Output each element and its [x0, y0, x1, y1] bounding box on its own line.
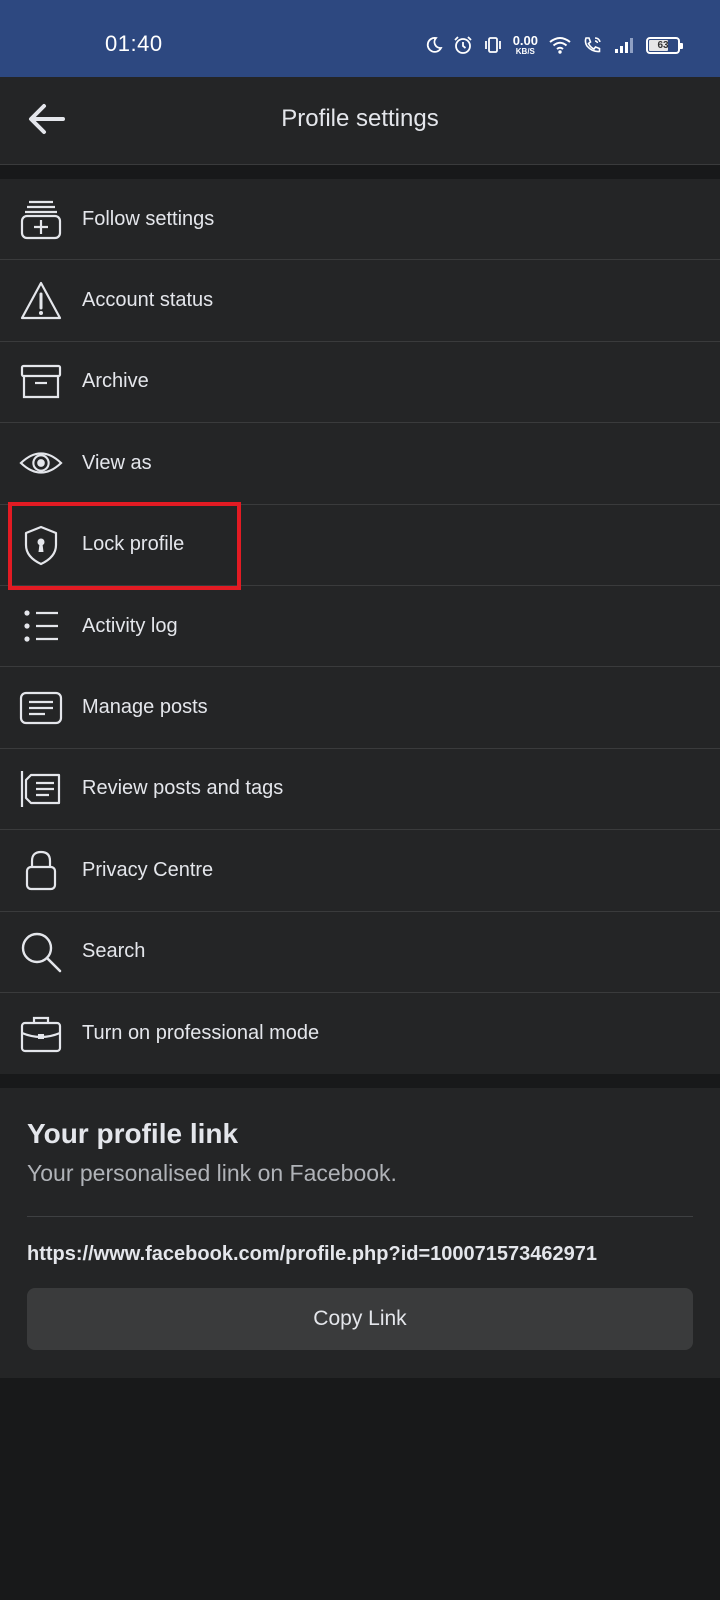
menu-item-label: Account status: [82, 289, 214, 312]
copy-link-button[interactable]: Copy Link: [27, 1288, 693, 1350]
moon-icon: [425, 36, 443, 54]
posts-icon: [19, 686, 63, 730]
divider: [27, 1216, 693, 1217]
menu-item-archive[interactable]: Archive: [0, 342, 720, 424]
page-title: Profile settings: [281, 105, 439, 132]
settings-menu: Follow settings Account status Archive V…: [0, 179, 720, 1075]
list-icon: [19, 604, 63, 648]
search-icon: [19, 930, 63, 974]
menu-item-label: Manage posts: [82, 696, 208, 719]
menu-item-label: Turn on professional mode: [82, 1022, 320, 1045]
alarm-icon: [453, 35, 473, 55]
briefcase-icon: [19, 1012, 63, 1056]
menu-item-manage-posts[interactable]: Manage posts: [0, 667, 720, 749]
menu-item-label: Review posts and tags: [82, 777, 284, 800]
menu-item-label: Lock profile: [82, 533, 185, 556]
menu-item-label: Activity log: [82, 614, 178, 637]
battery-icon: 63: [646, 36, 683, 54]
archive-icon: [19, 360, 63, 404]
app-header: Profile settings: [0, 77, 720, 165]
status-bar: 01:40 0.00 KB/S 63: [0, 0, 720, 77]
wifi-calling-icon: [582, 35, 604, 55]
menu-item-lock-profile[interactable]: Lock profile: [0, 505, 720, 586]
wifi-icon: [548, 35, 572, 55]
net-speed: 0.00 KB/S: [512, 33, 538, 56]
menu-item-label: View as: [82, 451, 152, 474]
menu-item-label: Search: [82, 940, 146, 963]
menu-item-follow-settings[interactable]: Follow settings: [0, 179, 720, 261]
profile-link-card: Your profile link Your personalised link…: [0, 1088, 720, 1378]
review-tags-icon: [19, 767, 63, 811]
menu-item-review-posts-and-tags[interactable]: Review posts and tags: [0, 749, 720, 831]
menu-item-privacy-centre[interactable]: Privacy Centre: [0, 830, 720, 912]
menu-item-activity-log[interactable]: Activity log: [0, 586, 720, 668]
signal-icon: [614, 36, 636, 54]
shield-lock-icon: [19, 523, 63, 567]
menu-item-professional-mode[interactable]: Turn on professional mode: [0, 993, 720, 1074]
vibrate-icon: [483, 35, 503, 55]
eye-icon: [19, 441, 63, 485]
menu-item-search[interactable]: Search: [0, 912, 720, 993]
profile-url: https://www.facebook.com/profile.php?id=…: [27, 1243, 598, 1265]
menu-item-label: Archive: [82, 370, 149, 393]
profile-link-subtitle: Your personalised link on Facebook.: [27, 1160, 397, 1186]
menu-item-account-status[interactable]: Account status: [0, 260, 720, 342]
menu-item-label: Privacy Centre: [82, 858, 214, 881]
profile-link-title: Your profile link: [27, 1118, 239, 1149]
menu-item-view-as[interactable]: View as: [0, 423, 720, 505]
status-time: 01:40: [105, 31, 163, 56]
warning-icon: [19, 279, 63, 323]
follow-settings-icon: [19, 197, 63, 241]
lock-icon: [19, 848, 63, 892]
menu-item-label: Follow settings: [82, 207, 215, 230]
status-icons: 0.00 KB/S 63: [425, 32, 683, 58]
section-gap: [0, 165, 720, 179]
